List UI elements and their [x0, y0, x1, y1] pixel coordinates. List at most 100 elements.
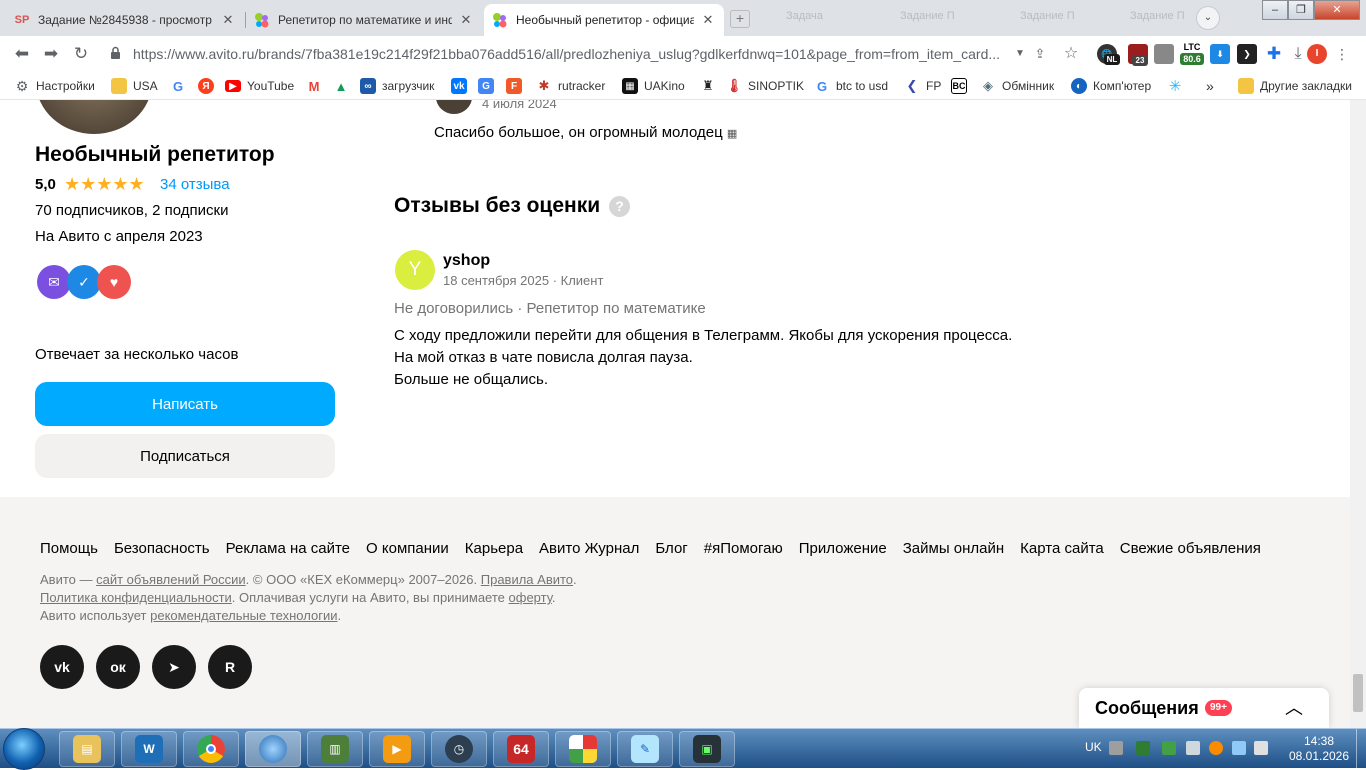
- subscribers-count[interactable]: 70 подписчиков, 2 подписки: [35, 202, 228, 219]
- taskbar-notepad[interactable]: ✎: [617, 731, 673, 767]
- reviews-link[interactable]: 34 отзыва: [160, 176, 230, 193]
- bookmark-f[interactable]: F: [506, 77, 528, 95]
- legal-link[interactable]: рекомендательные технологии: [150, 608, 337, 623]
- rutube-icon[interactable]: R: [208, 645, 252, 689]
- vk-icon[interactable]: vk: [40, 645, 84, 689]
- background-tab[interactable]: Задание П: [1020, 10, 1075, 22]
- volume-icon[interactable]: [1254, 741, 1268, 755]
- messages-title[interactable]: Сообщения: [1095, 698, 1199, 719]
- maximize-button[interactable]: ❐: [1288, 0, 1314, 20]
- bookmark-bc[interactable]: BC: [951, 77, 973, 95]
- messages-widget[interactable]: Сообщения 99+ ︿: [1079, 688, 1329, 728]
- legal-link[interactable]: оферту: [509, 590, 552, 605]
- background-tab[interactable]: Задание П: [1130, 10, 1185, 22]
- taskbar-clock-app[interactable]: ◷: [431, 731, 487, 767]
- write-button[interactable]: Написать: [35, 382, 335, 426]
- tab-zadanie[interactable]: SP Задание №2845938 - просмотр з ✕: [6, 4, 244, 36]
- taskbar-chrome[interactable]: [183, 731, 239, 767]
- subscribe-button[interactable]: Подписаться: [35, 434, 335, 478]
- reviewer-avatar[interactable]: [436, 100, 472, 114]
- bookmark-vk[interactable]: vk: [451, 77, 473, 95]
- network-icon[interactable]: [1186, 741, 1200, 755]
- footer-link[interactable]: Блог: [655, 540, 687, 557]
- reload-icon[interactable]: ↻: [70, 43, 92, 65]
- tray-app-icon[interactable]: [1209, 741, 1223, 755]
- tray-app-icon[interactable]: [1136, 741, 1150, 755]
- terminal-icon[interactable]: ❯: [1237, 44, 1257, 64]
- footer-link[interactable]: Карьера: [465, 540, 523, 557]
- background-tab[interactable]: Задание П: [900, 10, 955, 22]
- taskbar-network-tool[interactable]: ▥: [307, 731, 363, 767]
- bookmark-gmail[interactable]: M: [306, 77, 328, 95]
- profile-avatar[interactable]: I: [1307, 44, 1327, 64]
- reviewer-name[interactable]: yshop: [443, 252, 490, 270]
- footer-link[interactable]: #яПомогаю: [704, 540, 783, 557]
- verified-badge-icon[interactable]: ✓: [67, 265, 101, 299]
- close-icon[interactable]: ✕: [220, 12, 236, 28]
- bookmark-obminnik[interactable]: ◈ Обмінник: [980, 77, 1054, 95]
- briefcase-icon[interactable]: [1154, 44, 1174, 64]
- display-icon[interactable]: [1232, 741, 1246, 755]
- share-icon[interactable]: ⇪: [1029, 43, 1051, 65]
- download-manager-icon[interactable]: ⬇: [1210, 44, 1230, 64]
- footer-link[interactable]: Безопасность: [114, 540, 210, 557]
- footer-link[interactable]: Реклама на сайте: [226, 540, 350, 557]
- legal-link[interactable]: Политика конфиденциальности: [40, 590, 232, 605]
- bookmark-fp[interactable]: ❮ FP: [904, 77, 942, 95]
- close-icon[interactable]: ✕: [700, 12, 716, 28]
- show-desktop-button[interactable]: [1356, 729, 1366, 769]
- help-icon[interactable]: ?: [609, 196, 630, 217]
- lock-icon[interactable]: [110, 46, 121, 60]
- url-dropdown-icon[interactable]: ▼: [1009, 43, 1031, 65]
- legal-link[interactable]: Правила Авито: [481, 572, 573, 587]
- taskbar-explorer[interactable]: ▤: [59, 731, 115, 767]
- footer-link[interactable]: Помощь: [40, 540, 98, 557]
- footer-link[interactable]: Приложение: [799, 540, 887, 557]
- odnoklassniki-icon[interactable]: ок: [96, 645, 140, 689]
- ltc-value[interactable]: 80.6: [1180, 53, 1204, 65]
- tab-repetitor[interactable]: Репетитор по математике и инфо ✕: [246, 4, 482, 36]
- footer-link[interactable]: Свежие объявления: [1120, 540, 1261, 557]
- bookmark-rutracker[interactable]: ✱ rutracker: [536, 77, 606, 95]
- bookmark-generic[interactable]: ♜: [700, 77, 722, 95]
- bookmark-zagruzchik[interactable]: ∞ загрузчик: [360, 77, 434, 95]
- bookmark-snowflake[interactable]: ✳: [1167, 77, 1189, 95]
- telegram-icon[interactable]: ➤: [152, 645, 196, 689]
- clock[interactable]: 14:38 08.01.2026: [1284, 734, 1354, 764]
- address-bar[interactable]: https://www.avito.ru/brands/7fba381e19c2…: [133, 46, 1013, 62]
- tray-app-icon[interactable]: [1162, 741, 1176, 755]
- new-tab-button[interactable]: +: [730, 10, 750, 28]
- tab-search-chevron-icon[interactable]: ⌄: [1196, 6, 1220, 30]
- footer-link[interactable]: Карта сайта: [1020, 540, 1104, 557]
- close-window-button[interactable]: ✕: [1314, 0, 1360, 20]
- other-bookmarks[interactable]: Другие закладки: [1238, 77, 1352, 95]
- start-button[interactable]: [3, 728, 45, 770]
- back-arrow-icon[interactable]: ⬅: [11, 43, 33, 65]
- bookmark-sinoptik[interactable]: 🌡 SINOPTIK: [726, 77, 804, 95]
- tab-neobychny-active[interactable]: Необычный репетитор - официа ✕: [484, 4, 724, 36]
- footer-link[interactable]: Займы онлайн: [903, 540, 1004, 557]
- background-tab[interactable]: Задача: [786, 10, 823, 22]
- seller-avatar[interactable]: [36, 100, 152, 134]
- taskbar-umbrella[interactable]: [555, 731, 611, 767]
- scrollbar[interactable]: [1350, 100, 1366, 728]
- language-indicator[interactable]: UK: [1085, 740, 1102, 754]
- footer-link[interactable]: Авито Журнал: [539, 540, 639, 557]
- bookmark-btc[interactable]: Gbtc to usd: [814, 77, 888, 95]
- taskbar-aida64[interactable]: 64: [493, 731, 549, 767]
- forward-arrow-icon[interactable]: ➡: [40, 43, 62, 65]
- bookmark-google[interactable]: G: [170, 77, 192, 95]
- bookmark-settings[interactable]: ⚙ Настройки: [14, 77, 95, 95]
- bookmark-youtube[interactable]: ▶ YouTube: [225, 77, 294, 95]
- puzzle-extensions-icon[interactable]: ✚: [1263, 43, 1285, 65]
- bookmark-uakino[interactable]: ▦ UAKino: [622, 77, 685, 95]
- taskbar-browser-active[interactable]: [245, 731, 301, 767]
- chevron-up-icon[interactable]: ︿: [1285, 694, 1303, 720]
- bookmark-drive[interactable]: ▲: [333, 77, 355, 95]
- bookmark-kompyuter[interactable]: ◐ Комп'ютер: [1071, 77, 1151, 95]
- bookmarks-more-chevron-icon[interactable]: »: [1206, 77, 1214, 95]
- bookmark-yandex[interactable]: Я: [198, 77, 220, 95]
- minimize-button[interactable]: –: [1262, 0, 1288, 20]
- heart-badge-icon[interactable]: ♥: [97, 265, 131, 299]
- close-icon[interactable]: ✕: [458, 12, 474, 28]
